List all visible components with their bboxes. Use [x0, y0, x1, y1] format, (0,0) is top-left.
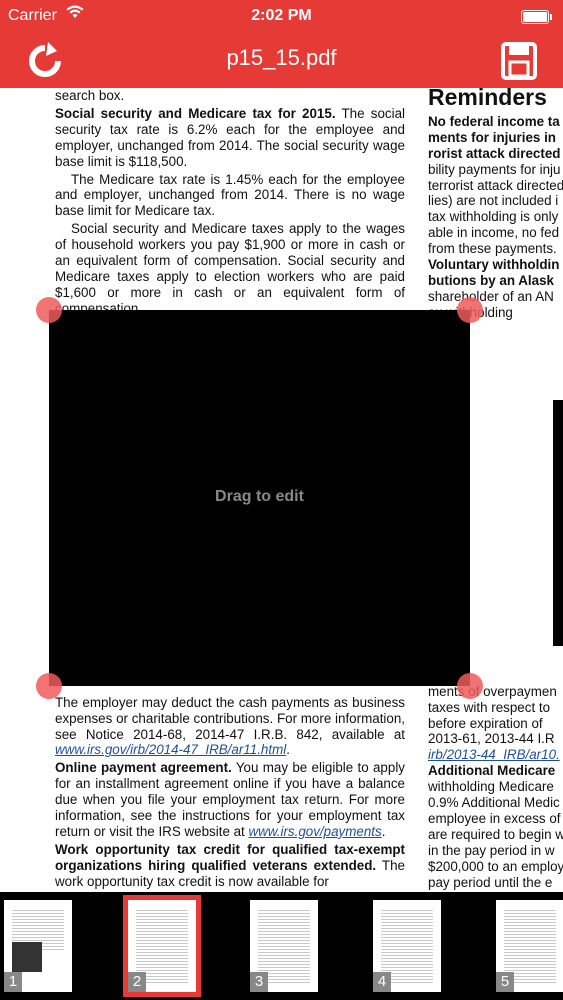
crop-overlay[interactable]: Drag to edit: [49, 310, 470, 686]
para-employer-deduct: The employer may deduct the cash payment…: [55, 694, 405, 758]
right-line: withholding Medicare: [428, 779, 554, 795]
right-line: shareholder of an AN: [428, 288, 554, 304]
drag-hint: Drag to edit: [215, 488, 304, 505]
crop-handle-top-left[interactable]: [36, 297, 62, 323]
thumb-number: 2: [128, 972, 146, 992]
battery-icon: [521, 10, 552, 24]
crop-handle-bottom-left[interactable]: [36, 673, 62, 699]
para-online-payment: Online payment agreement. You may be eli…: [55, 760, 405, 839]
right-line: pay period until the e: [428, 874, 553, 890]
save-icon[interactable]: [501, 42, 537, 80]
right-line: ments of overpaymen: [428, 683, 557, 699]
right-line: taxes with respect to: [428, 699, 551, 715]
right-line: terrorist attack directed: [428, 177, 563, 193]
page-thumbnail[interactable]: 1: [4, 900, 72, 992]
right-line: employee in excess of: [428, 810, 561, 826]
right-line: from these payments.: [428, 241, 557, 257]
right-line: 2013-61, 2013-44 I.R: [428, 731, 555, 747]
page-thumbnail[interactable]: 5: [496, 900, 563, 992]
para-social-security: Social security and Medicare tax for 201…: [55, 105, 405, 169]
thumb-image: [12, 942, 42, 972]
thumb-number: 1: [4, 972, 22, 992]
right-line: rorist attack directed: [428, 145, 561, 161]
right-line: 0.9% Additional Medic: [428, 795, 560, 811]
document-title: p15_15.pdf: [226, 45, 337, 70]
page-thumbnail[interactable]: 4: [373, 900, 441, 992]
irb-link[interactable]: www.irs.gov/irb/2014-47_IRB/ar11.html: [55, 742, 286, 757]
right-line: tax withholding is only: [428, 209, 559, 225]
right-line: are required to begin w: [428, 826, 563, 842]
crop-handle-bottom-right[interactable]: [457, 673, 483, 699]
payments-link[interactable]: www.irs.gov/payments: [249, 824, 382, 839]
right-line: before expiration of: [428, 715, 543, 731]
right-line: bility payments for inju: [428, 161, 561, 177]
page-thumbnail[interactable]: 3: [250, 900, 318, 992]
nav-bar: p15_15.pdf: [0, 32, 563, 88]
para-work-opportunity: Work opportunity tax credit for qualifie…: [55, 841, 405, 889]
right-line: able in income, no fed: [428, 225, 560, 241]
thumb-number: 5: [496, 972, 514, 992]
right-line: lies) are not included i: [428, 193, 559, 209]
right-line: ments for injuries in: [428, 129, 556, 145]
status-time: 2:02 PM: [251, 7, 312, 24]
para-medicare: The Medicare tax rate is 1.45% each for …: [55, 171, 405, 219]
right-line: $200,000 to an employ: [428, 858, 563, 874]
thumb-number: 3: [250, 972, 268, 992]
thumb-number: 4: [373, 972, 391, 992]
crop-handle-top-right[interactable]: [457, 297, 483, 323]
right-line: in the pay period in w: [428, 842, 555, 858]
page-thumbnail-selected[interactable]: 2: [123, 895, 201, 997]
para-search-box: search box.: [55, 88, 125, 103]
thumbnail-strip[interactable]: 1 2 3 4 5: [0, 892, 563, 1000]
right-line: butions by an Alask: [428, 272, 554, 288]
irb-link-right[interactable]: irb/2013-44_IRB/ar10.: [428, 747, 560, 762]
page-edge-block: [553, 400, 563, 646]
right-line: Voluntary withholdin: [428, 257, 560, 273]
right-line: Additional Medicare: [428, 763, 556, 779]
para-household: Social security and Medicare taxes apply…: [55, 221, 405, 316]
right-line: irb/2013-44_IRB/ar10.: [428, 747, 563, 763]
reminders-heading: Reminders: [428, 88, 547, 110]
right-line: No federal income ta: [428, 113, 560, 129]
status-bar: Carrier 2:02 PM: [0, 0, 563, 32]
